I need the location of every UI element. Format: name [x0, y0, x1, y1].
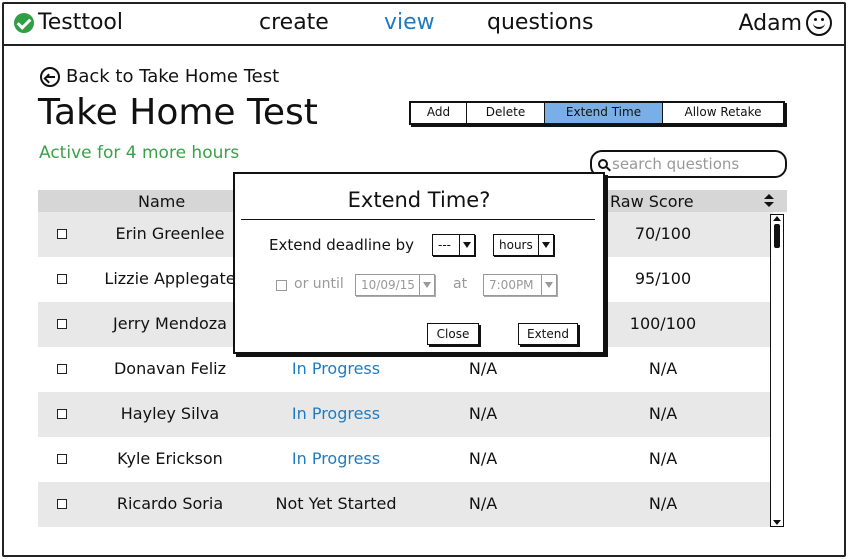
close-button[interactable]: Close [427, 323, 479, 345]
row-checkbox[interactable] [57, 364, 67, 374]
row-checkbox[interactable] [57, 319, 67, 329]
student-time: N/A [468, 404, 498, 423]
delete-button[interactable]: Delete [467, 103, 545, 123]
extend-unit-select[interactable]: hours [493, 234, 554, 256]
app-name: Testtool [38, 10, 123, 35]
back-link[interactable]: Back to Take Home Test [40, 66, 279, 87]
row-checkbox[interactable] [57, 454, 67, 464]
student-status[interactable]: In Progress [256, 404, 416, 423]
row-checkbox[interactable] [57, 409, 67, 419]
extend-time-button[interactable]: Extend Time [545, 103, 663, 123]
user-name: Adam [738, 10, 802, 36]
student-time: N/A [468, 449, 498, 468]
active-status: Active for 4 more hours [39, 143, 240, 163]
sort-icon[interactable] [764, 194, 774, 208]
student-name: Hayley Silva [120, 404, 220, 423]
chevron-down-icon [541, 275, 556, 295]
row-checkbox[interactable] [57, 229, 67, 239]
chevron-down-icon [459, 235, 474, 255]
check-circle-icon [14, 12, 34, 33]
until-time-select[interactable]: 7:00PM [483, 274, 557, 296]
student-name: Kyle Erickson [117, 449, 223, 468]
extend-button[interactable]: Extend [518, 323, 578, 345]
dialog-title: Extend Time? [347, 188, 491, 212]
smiley-icon [806, 10, 832, 36]
scroll-down-icon[interactable] [773, 520, 781, 525]
extend-amount-value: --- [438, 238, 451, 252]
until-date-select[interactable]: 10/09/15 [355, 274, 435, 296]
student-status[interactable]: In Progress [256, 359, 416, 378]
column-header-raw-score[interactable]: Raw Score [610, 192, 694, 211]
until-label: or until [294, 276, 344, 292]
app-logo[interactable]: Testtool [14, 10, 123, 35]
page-title: Take Home Test [38, 92, 318, 133]
student-raw-score: N/A [648, 494, 678, 513]
table-row[interactable]: Kyle Erickson In Progress N/A N/A [38, 437, 773, 482]
nav-view[interactable]: view [384, 10, 435, 35]
back-link-label: Back to Take Home Test [66, 66, 280, 87]
until-checkbox[interactable] [276, 280, 287, 291]
add-button[interactable]: Add [411, 103, 467, 123]
student-raw-score: N/A [648, 449, 678, 468]
row-checkbox[interactable] [57, 499, 67, 509]
column-header-name[interactable]: Name [138, 192, 185, 211]
extend-time-dialog: Extend Time? Extend deadline by --- hour… [233, 172, 605, 354]
table-scrollbar[interactable] [770, 214, 784, 527]
student-raw-score: N/A [648, 404, 678, 423]
row-checkbox[interactable] [57, 274, 67, 284]
top-nav-bar: Testtool create view questions Adam [2, 2, 846, 46]
chevron-down-icon [538, 235, 553, 255]
allow-retake-button[interactable]: Allow Retake [663, 103, 783, 123]
search-box [590, 150, 787, 178]
search-input[interactable] [612, 155, 777, 173]
back-arrow-icon [40, 66, 60, 87]
search-icon [598, 159, 608, 169]
student-raw-score: 70/100 [634, 224, 692, 243]
student-raw-score: N/A [648, 359, 678, 378]
extend-deadline-label: Extend deadline by [269, 236, 414, 254]
chevron-down-icon [419, 275, 434, 295]
nav-questions[interactable]: questions [487, 10, 594, 35]
student-time: N/A [468, 359, 498, 378]
student-name: Erin Greenlee [115, 224, 225, 243]
at-label: at [453, 276, 468, 292]
student-name: Lizzie Applegate [104, 269, 236, 288]
until-time-value: 7:00PM [489, 278, 534, 292]
until-date-value: 10/09/15 [361, 278, 415, 292]
student-name: Donavan Feliz [113, 359, 226, 378]
student-raw-score: 100/100 [629, 314, 697, 333]
table-row[interactable]: Ricardo Soria Not Yet Started N/A N/A [38, 482, 773, 527]
student-status: Not Yet Started [275, 494, 397, 513]
table-row[interactable]: Hayley Silva In Progress N/A N/A [38, 392, 773, 437]
scroll-up-icon[interactable] [773, 216, 781, 221]
user-menu[interactable]: Adam [738, 10, 832, 36]
dialog-divider [241, 219, 595, 220]
student-name: Jerry Mendoza [113, 314, 227, 333]
action-toolbar: Add Delete Extend Time Allow Retake [409, 101, 785, 125]
student-status[interactable]: In Progress [256, 449, 416, 468]
student-time: N/A [468, 494, 498, 513]
student-raw-score: 95/100 [634, 269, 692, 288]
student-name: Ricardo Soria [116, 494, 224, 513]
extend-amount-select[interactable]: --- [432, 234, 475, 256]
nav-create[interactable]: create [259, 10, 329, 35]
scroll-thumb[interactable] [774, 224, 780, 248]
extend-unit-value: hours [499, 238, 533, 252]
